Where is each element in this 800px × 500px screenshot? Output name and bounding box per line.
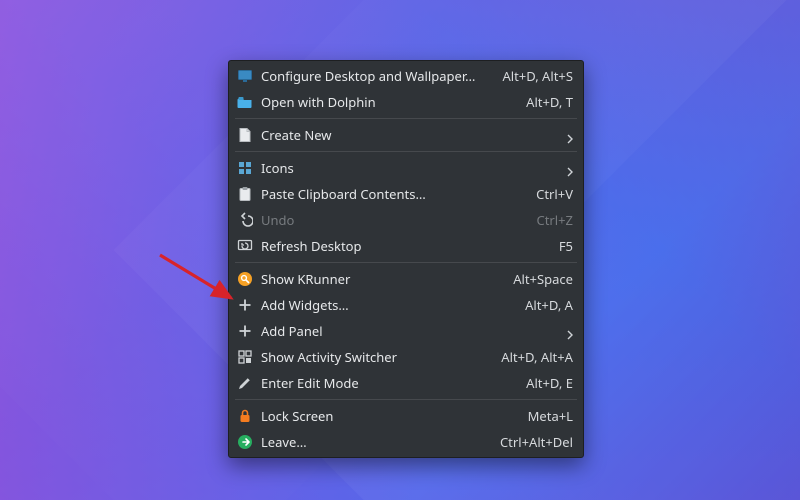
document-new-icon — [237, 127, 253, 143]
menu-item-shortcut: Alt+D, Alt+A — [501, 348, 573, 366]
menu-item-shortcut: Alt+D, A — [525, 296, 573, 314]
menu-separator — [235, 399, 577, 400]
menu-separator — [235, 262, 577, 263]
activities-icon — [237, 349, 253, 365]
menu-item-paste[interactable]: Paste Clipboard Contents… Ctrl+V — [229, 181, 583, 207]
menu-item-lock-screen[interactable]: Lock Screen Meta+L — [229, 403, 583, 429]
chevron-right-icon — [567, 163, 573, 173]
chevron-right-icon — [567, 326, 573, 336]
folder-icon — [237, 94, 253, 110]
menu-item-label: Undo — [261, 211, 518, 229]
menu-item-create-new[interactable]: Create New — [229, 122, 583, 148]
krunner-icon — [237, 271, 253, 287]
menu-item-show-krunner[interactable]: Show KRunner Alt+Space — [229, 266, 583, 292]
menu-separator — [235, 118, 577, 119]
lock-icon — [237, 408, 253, 424]
menu-item-shortcut: Ctrl+Z — [536, 211, 573, 229]
menu-item-shortcut: Alt+D, E — [526, 374, 573, 392]
menu-item-label: Enter Edit Mode — [261, 374, 508, 392]
menu-item-shortcut: Ctrl+V — [536, 185, 573, 203]
edit-icon — [237, 375, 253, 391]
menu-item-shortcut: Alt+D, Alt+S — [502, 67, 573, 85]
menu-item-edit-mode[interactable]: Enter Edit Mode Alt+D, E — [229, 370, 583, 396]
menu-item-shortcut: Alt+D, T — [526, 93, 573, 111]
menu-item-configure-desktop[interactable]: Configure Desktop and Wallpaper… Alt+D, A… — [229, 63, 583, 89]
menu-item-label: Icons — [261, 159, 549, 177]
chevron-right-icon — [567, 130, 573, 140]
menu-item-open-dolphin[interactable]: Open with Dolphin Alt+D, T — [229, 89, 583, 115]
menu-item-label: Show KRunner — [261, 270, 495, 288]
menu-item-refresh[interactable]: Refresh Desktop F5 — [229, 233, 583, 259]
menu-item-shortcut: Meta+L — [528, 407, 573, 425]
undo-icon — [237, 212, 253, 228]
menu-item-label: Add Panel — [261, 322, 549, 340]
menu-item-label: Show Activity Switcher — [261, 348, 483, 366]
menu-item-label: Lock Screen — [261, 407, 510, 425]
menu-item-label: Leave… — [261, 433, 482, 451]
clipboard-icon — [237, 186, 253, 202]
display-settings-icon — [237, 68, 253, 84]
menu-item-leave[interactable]: Leave… Ctrl+Alt+Del — [229, 429, 583, 455]
menu-item-label: Add Widgets… — [261, 296, 507, 314]
menu-item-icons[interactable]: Icons — [229, 155, 583, 181]
menu-separator — [235, 151, 577, 152]
desktop-wallpaper[interactable]: Configure Desktop and Wallpaper… Alt+D, A… — [0, 0, 800, 500]
menu-item-shortcut: Ctrl+Alt+Del — [500, 433, 573, 451]
menu-item-undo: Undo Ctrl+Z — [229, 207, 583, 233]
menu-item-label: Create New — [261, 126, 549, 144]
leave-icon — [237, 434, 253, 450]
desktop-context-menu: Configure Desktop and Wallpaper… Alt+D, A… — [228, 60, 584, 458]
menu-item-shortcut: F5 — [559, 237, 573, 255]
grid-icon — [237, 160, 253, 176]
menu-item-add-panel[interactable]: Add Panel — [229, 318, 583, 344]
menu-item-shortcut: Alt+Space — [513, 270, 573, 288]
menu-item-label: Paste Clipboard Contents… — [261, 185, 518, 203]
menu-item-label: Refresh Desktop — [261, 237, 541, 255]
plus-icon — [237, 297, 253, 313]
menu-item-label: Open with Dolphin — [261, 93, 508, 111]
menu-item-activity-switcher[interactable]: Show Activity Switcher Alt+D, Alt+A — [229, 344, 583, 370]
menu-item-add-widgets[interactable]: Add Widgets… Alt+D, A — [229, 292, 583, 318]
menu-item-label: Configure Desktop and Wallpaper… — [261, 67, 484, 85]
refresh-icon — [237, 238, 253, 254]
plus-icon — [237, 323, 253, 339]
